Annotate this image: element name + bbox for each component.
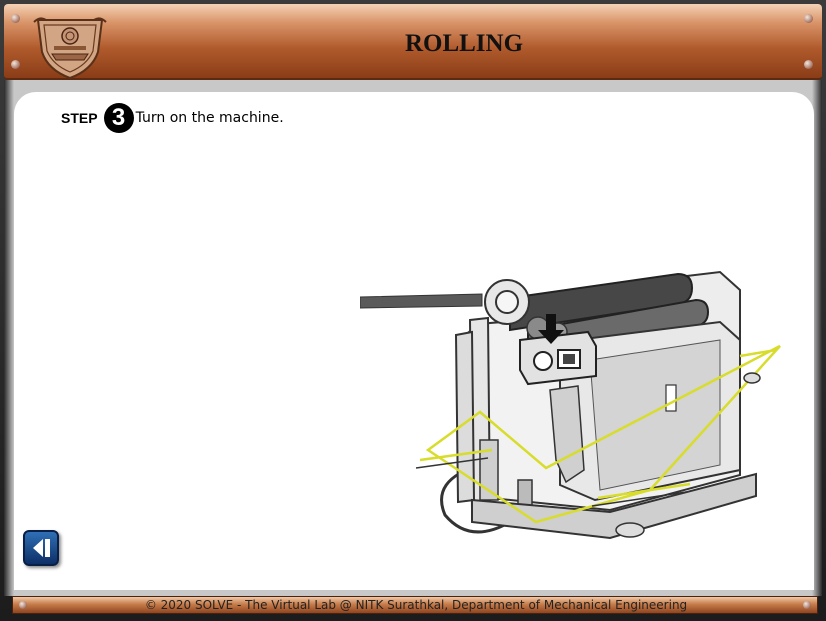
step-instruction-text: Turn on the machine. [135, 110, 284, 126]
content-panel: STEP 3 Turn on the machine. [14, 92, 814, 590]
rivet-icon [11, 60, 20, 69]
back-button[interactable] [23, 530, 59, 566]
rivet-icon [804, 60, 813, 69]
page-title: ROLLING [404, 30, 524, 57]
nitk-crest-icon [33, 17, 107, 80]
footer-bar: © 2020 SOLVE - The Virtual Lab @ NITK Su… [12, 596, 818, 614]
rivet-icon [804, 14, 813, 23]
step-instruction: STEP 3 Turn on the machine. [61, 103, 284, 133]
rolling-machine-illustration [360, 270, 781, 540]
step-number-badge: 3 [103, 103, 134, 133]
back-arrow-icon [33, 539, 50, 557]
header-bar: ROLLING [4, 4, 822, 80]
rivet-icon [11, 14, 20, 23]
step-label: STEP [61, 110, 98, 126]
copyright-text: © 2020 SOLVE - The Virtual Lab @ NITK Su… [144, 598, 688, 612]
